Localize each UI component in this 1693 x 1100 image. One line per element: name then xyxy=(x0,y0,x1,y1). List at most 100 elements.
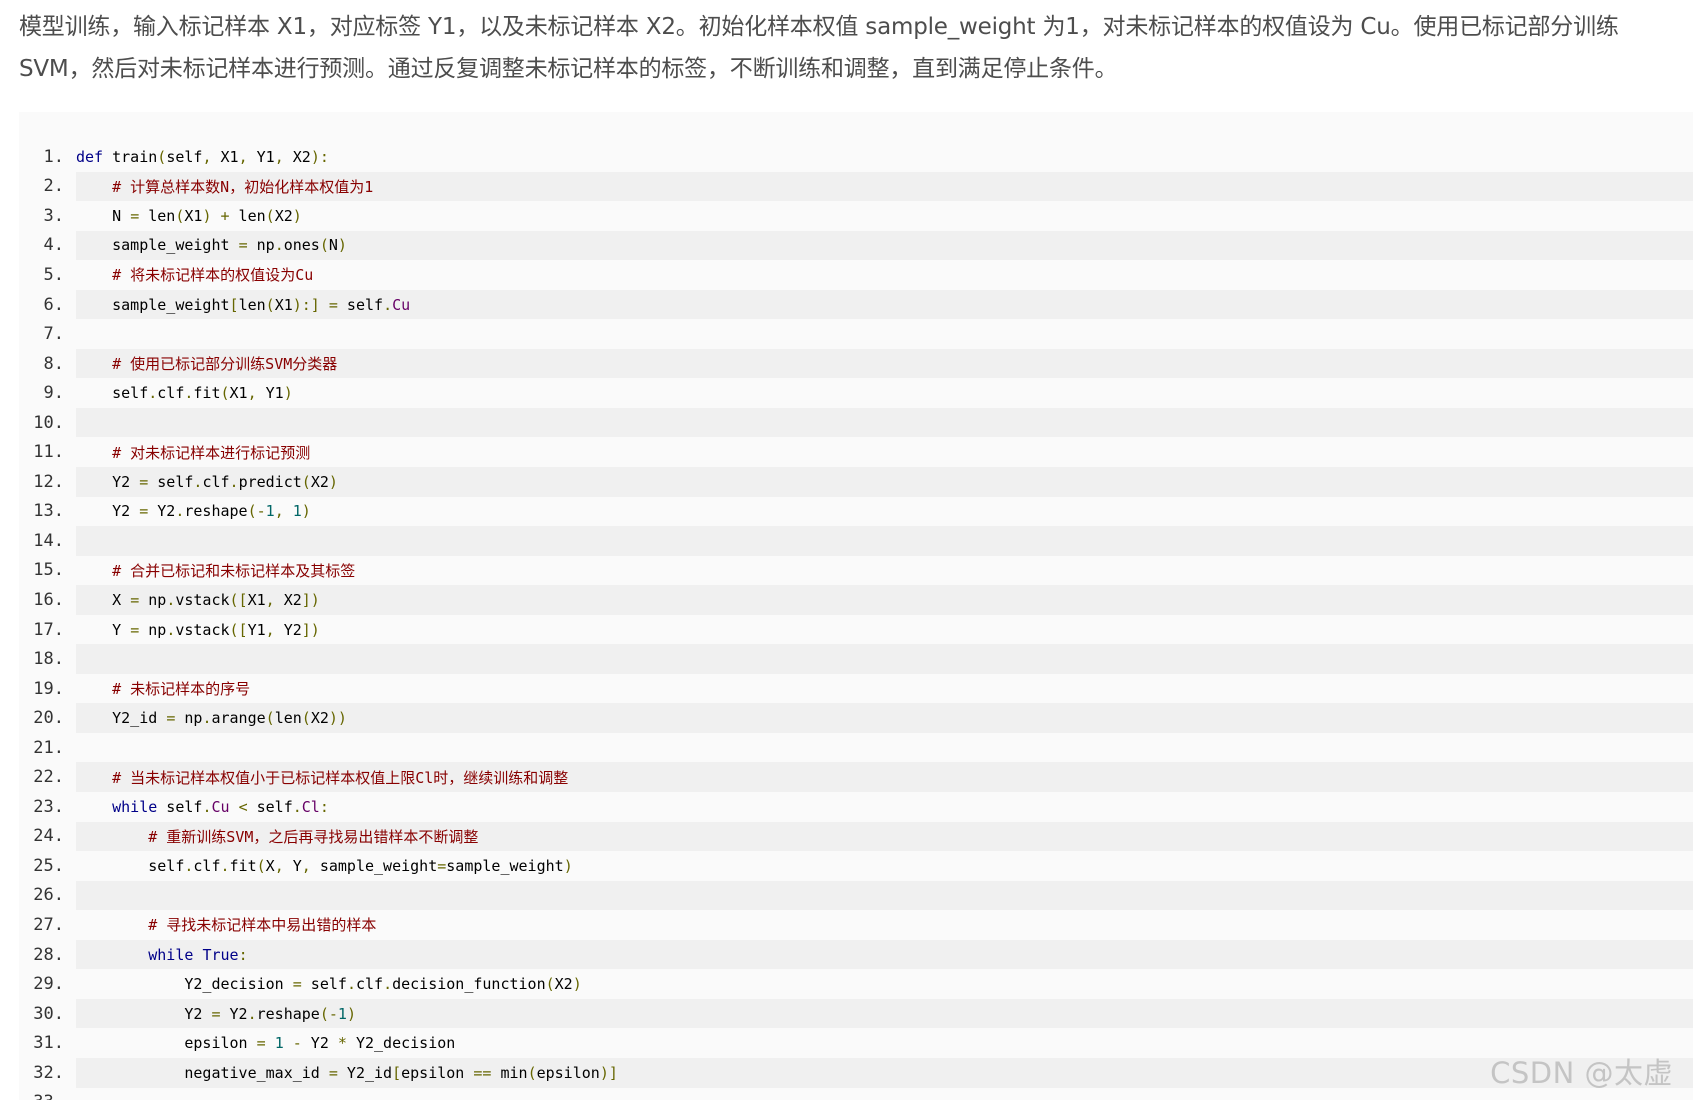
code-token: ) xyxy=(202,206,212,225)
code-line: 2. # 计算总样本数N，初始化样本权值为1 xyxy=(19,171,1693,202)
code-token: min xyxy=(491,1063,528,1082)
line-code: negative_max_id = Y2_id[epsilon == min(e… xyxy=(76,1057,1693,1088)
code-token: = xyxy=(130,590,140,609)
code-token: negative_max_id xyxy=(184,1063,329,1082)
code-line: 15. # 合并已标记和未标记样本及其标签 xyxy=(19,556,1693,586)
line-code xyxy=(76,880,1693,911)
line-code: # 对未标记样本进行标记预测 xyxy=(76,437,1693,467)
line-code xyxy=(76,644,1693,674)
code-line: 24. # 重新训练SVM，之后再寻找易出错样本不断调整 xyxy=(19,821,1693,852)
code-token: [ xyxy=(229,295,239,314)
line-number: 6. xyxy=(43,294,64,315)
code-token: X xyxy=(265,856,275,875)
code-token: ( xyxy=(256,856,266,875)
line-code: Y2 = Y2. reshape (- 1, 1) xyxy=(76,497,1693,527)
code-token: clf xyxy=(193,856,221,875)
code-token: self xyxy=(148,472,194,491)
code-token: 1 xyxy=(292,502,302,521)
code-token: predict xyxy=(238,472,302,491)
code-token: sample_weight xyxy=(112,295,230,314)
line-number: 21. xyxy=(33,737,64,758)
code-token: : xyxy=(238,945,248,964)
code-token: Y2 xyxy=(112,472,140,491)
code-token: Y1 xyxy=(247,147,275,166)
article-page: 模型训练，输入标记样本 X1，对应标签 Y1，以及未标记样本 X2。初始化样本权… xyxy=(0,0,1693,1100)
code-line: 5. # 将未标记样本的权值设为Cu xyxy=(19,260,1693,290)
code-line: 4. sample_weight = np. ones(N) xyxy=(19,230,1693,261)
code-token: = xyxy=(130,620,140,639)
line-number: 16. xyxy=(33,589,64,610)
code-token: = xyxy=(211,1004,221,1023)
code-token: ( xyxy=(220,384,230,403)
code-token: len xyxy=(139,206,176,225)
code-token: , xyxy=(238,147,248,166)
code-token: ( xyxy=(527,1063,537,1082)
line-code: # 合并已标记和未标记样本及其标签 xyxy=(76,556,1693,586)
code-token: ) xyxy=(328,472,338,491)
code-token: Y2 xyxy=(112,502,140,521)
code-token: ( xyxy=(319,236,329,255)
code-token: fit xyxy=(229,856,257,875)
line-number: 7. xyxy=(43,324,64,345)
code-token: ( xyxy=(265,709,275,728)
code-token: . xyxy=(383,295,393,314)
code-token: self xyxy=(247,797,293,816)
code-token: ([ xyxy=(229,590,248,609)
line-number: 5. xyxy=(43,264,64,285)
code-token: . xyxy=(202,797,212,816)
code-token: Y2 xyxy=(184,1004,212,1023)
code-comment: # 寻找未标记样本中易出错的样本 xyxy=(148,916,377,935)
code-token: ( xyxy=(301,472,311,491)
line-number: 23. xyxy=(33,796,64,817)
code-token: )] xyxy=(599,1063,618,1082)
code-token: ( xyxy=(545,975,555,994)
line-code: # 寻找未标记样本中易出错的样本 xyxy=(76,910,1693,940)
csdn-watermark: CSDN @太虚 xyxy=(1490,1056,1673,1090)
line-code xyxy=(76,526,1693,556)
line-number: 24. xyxy=(33,826,64,847)
line-code: Y2 = self. clf. predict(X2) xyxy=(76,467,1693,497)
code-block[interactable]: 1. def train(self, X1, Y1, X2): 2. # 计算总样本… xyxy=(19,112,1693,1100)
line-code: X = np. vstack([X1, X2]) xyxy=(76,585,1693,615)
code-token: . xyxy=(166,620,176,639)
code-token: 1 xyxy=(274,1034,284,1053)
line-code: # 未标记样本的序号 xyxy=(76,674,1693,704)
code-token: clf xyxy=(157,384,185,403)
code-line: 33. xyxy=(19,1088,1693,1100)
code-keyword: True xyxy=(202,945,239,964)
code-token: ]) xyxy=(301,620,320,639)
line-number: 20. xyxy=(33,708,64,729)
code-token: len xyxy=(229,206,266,225)
code-line: 6. sample_weight[len(X1):] = self. Cu xyxy=(19,289,1693,320)
line-number: 19. xyxy=(33,678,64,699)
code-token: np xyxy=(175,709,203,728)
code-comment: # 当未标记样本权值小于已标记样本权值上限Cl时，继续训练和调整 xyxy=(112,768,569,787)
line-number: 10. xyxy=(33,412,64,433)
code-token: N xyxy=(328,236,338,255)
code-token: Cl xyxy=(301,797,320,816)
line-code: sample_weight[len(X1):] = self. Cu xyxy=(76,289,1693,320)
line-number: 1. xyxy=(43,146,64,167)
code-comment: # 重新训练SVM，之后再寻找易出错样本不断调整 xyxy=(148,827,479,846)
code-token: . xyxy=(202,709,212,728)
code-token: X1 xyxy=(184,206,203,225)
code-line: 31. epsilon = 1 - Y2 * Y2_decision xyxy=(19,1028,1693,1058)
code-comment: # 将未标记样本的权值设为Cu xyxy=(112,266,314,285)
code-token: = xyxy=(328,295,338,314)
code-token: clf xyxy=(202,472,230,491)
line-code: def train(self, X1, Y1, X2): xyxy=(76,142,1693,172)
line-code: self. clf. fit(X1, Y1) xyxy=(76,378,1693,408)
code-token: , xyxy=(274,502,284,521)
code-token: = xyxy=(437,856,447,875)
code-line: 10. xyxy=(19,407,1693,438)
line-number: 26. xyxy=(33,885,64,906)
code-token: ) xyxy=(346,1004,356,1023)
line-code xyxy=(76,407,1693,438)
code-line: 13. Y2 = Y2. reshape (- 1, 1) xyxy=(19,497,1693,527)
code-token: self xyxy=(301,975,347,994)
code-token: Y2_decision xyxy=(346,1034,456,1053)
intro-paragraph: 模型训练，输入标记样本 X1，对应标签 Y1，以及未标记样本 X2。初始化样本权… xyxy=(19,14,1619,82)
